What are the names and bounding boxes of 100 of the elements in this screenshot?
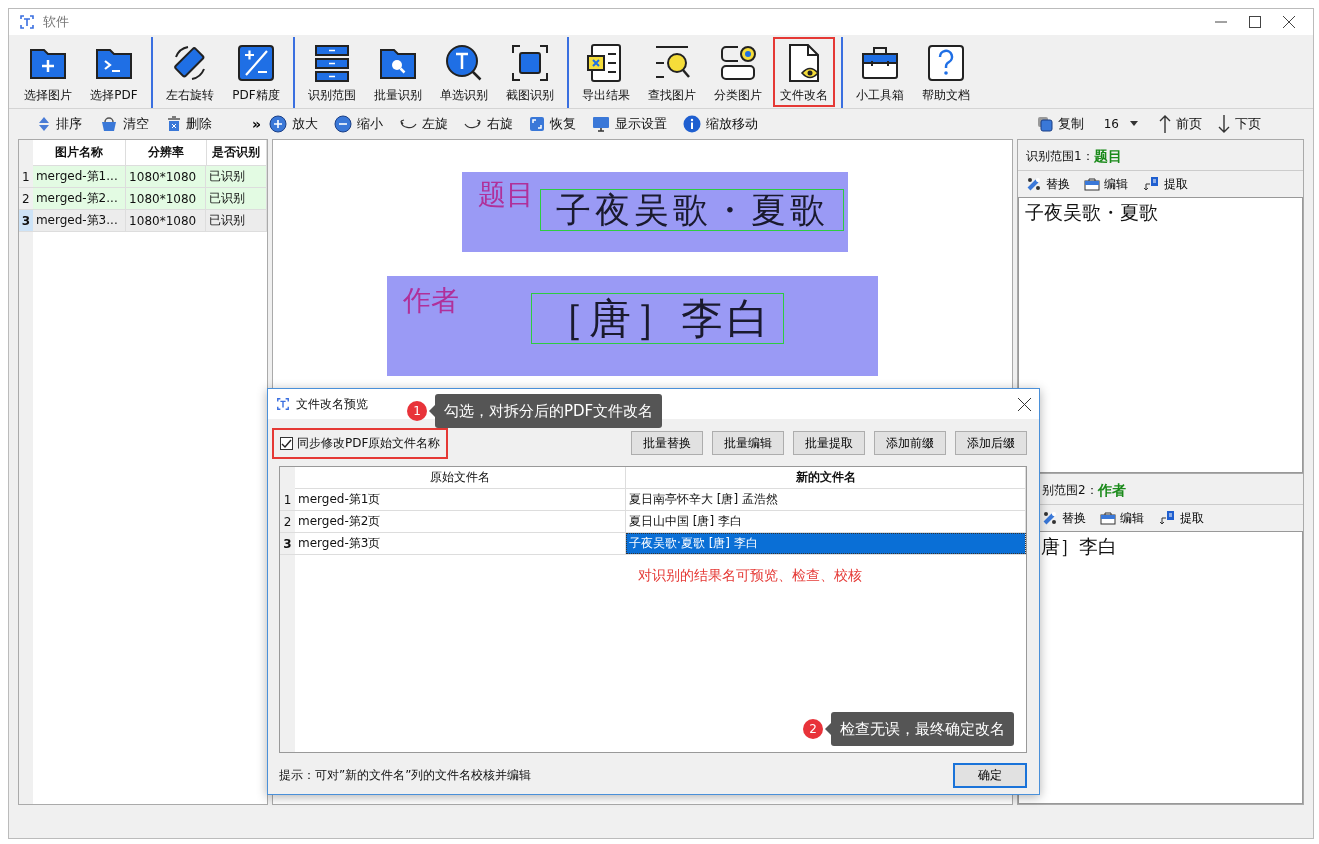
toolbar-button[interactable]: 查找图片 xyxy=(641,37,703,107)
toolbar-button[interactable]: PDF精度 xyxy=(225,37,287,107)
section-tag: 题目 xyxy=(1093,147,1122,166)
dialog-button[interactable]: 添加后缀 xyxy=(955,431,1027,455)
toolbar-button[interactable]: 文件改名 xyxy=(773,37,835,107)
toolbar-button[interactable]: 前页 xyxy=(1157,113,1204,135)
tool-button[interactable]: 替换 xyxy=(1026,175,1070,193)
extract-icon xyxy=(1158,510,1176,526)
ok-button[interactable]: 确定 xyxy=(953,762,1027,788)
table-row[interactable]: 1 merged-第1页 夏日南亭怀辛大 [唐] 孟浩然 xyxy=(280,489,1026,511)
extract-icon xyxy=(1142,176,1160,192)
stacked-bars-icon xyxy=(312,43,352,83)
fit-frame-icon xyxy=(529,116,546,132)
table-cell[interactable]: 夏日南亭怀辛大 [唐] 孟浩然 xyxy=(626,489,1026,510)
tool-button[interactable]: 提取 xyxy=(1142,175,1188,193)
table-row[interactable]: 3 merged-第3... 1080*1080 已识别 xyxy=(19,210,267,232)
toolbar-button[interactable]: 显示设置 xyxy=(590,113,670,135)
section-heading: 别范围2： xyxy=(1042,482,1098,499)
toolbar-button[interactable]: 下页 xyxy=(1216,113,1263,135)
recognized-text: 子夜吴歌・夏歌 xyxy=(540,189,844,231)
close-icon[interactable] xyxy=(1018,397,1031,411)
region-label: 作者 xyxy=(403,283,459,319)
recognized-text: ［唐］李白 xyxy=(531,293,784,344)
annotation-text: 对识别的结果名可预览、检查、校核 xyxy=(638,567,862,585)
table-cell: merged-第3... xyxy=(32,210,127,231)
table-cell: merged-第2页 xyxy=(295,511,626,532)
region-label: 题目 xyxy=(478,177,534,213)
magnifier-icon xyxy=(444,43,484,83)
toolbox-icon xyxy=(1084,177,1100,191)
section-tag: 作者 xyxy=(1097,481,1126,500)
dialog-button[interactable]: 添加前缀 xyxy=(874,431,946,455)
table-cell: 已识别 xyxy=(206,210,267,231)
checkbox-box[interactable] xyxy=(280,436,293,450)
toolbar-button[interactable]: 缩放移动 xyxy=(681,113,761,135)
column-header[interactable]: 原始文件名 xyxy=(295,467,626,488)
table-row[interactable]: 1 merged-第1... 1080*1080 已识别 xyxy=(19,166,267,188)
table-cell: merged-第1... xyxy=(32,166,127,187)
column-header[interactable]: 图片名称 xyxy=(33,140,127,165)
result-text-area[interactable]: 唐］李白 xyxy=(1018,531,1303,804)
basket-icon xyxy=(100,116,118,132)
toolbar-button[interactable]: 左旋 xyxy=(397,113,451,135)
toolbar-button[interactable]: 识别范围 xyxy=(301,37,363,107)
help-icon xyxy=(926,43,966,83)
result-text: 子夜吴歌・夏歌 xyxy=(1025,201,1158,223)
tool-button[interactable]: 编辑 xyxy=(1100,509,1144,527)
toolbar-button[interactable]: 清空 xyxy=(98,113,151,135)
toolbar-button[interactable]: 分类图片 xyxy=(707,37,769,107)
tool-button[interactable]: 替换 xyxy=(1042,509,1086,527)
arrow-down-icon xyxy=(1218,115,1230,133)
toolbar-button[interactable]: 排序 xyxy=(35,113,84,135)
table-row[interactable]: 3 merged-第3页 子夜吴歌·夏歌 [唐] 李白 xyxy=(280,533,1026,555)
sync-checkbox[interactable]: 同步修改PDF原始文件名称 xyxy=(272,427,449,459)
dialog-button[interactable]: 批量提取 xyxy=(793,431,865,455)
toolbar-button[interactable]: 放大 xyxy=(267,113,321,135)
toolbar-button[interactable]: 帮助文档 xyxy=(915,37,977,107)
app-logo-icon xyxy=(19,14,35,30)
overflow-button[interactable]: » xyxy=(252,116,262,132)
result-text-area[interactable]: 子夜吴歌・夏歌 xyxy=(1018,197,1303,473)
toolbar-button[interactable]: 截图识别 xyxy=(499,37,561,107)
toolbar-button[interactable]: 批量识别 xyxy=(367,37,429,107)
ocr-region[interactable]: 作者 ［唐］李白 xyxy=(387,276,878,376)
toolbar-button[interactable]: 选择PDF xyxy=(83,37,145,107)
toolbar-button[interactable]: 单选识别 xyxy=(433,37,495,107)
font-size-dropdown[interactable]: 16 xyxy=(1101,113,1141,135)
toolbar-button[interactable]: 删除 xyxy=(165,113,214,135)
table-cell[interactable]: 夏日山中国 [唐] 李白 xyxy=(626,511,1026,532)
dialog-button[interactable]: 批量编辑 xyxy=(712,431,784,455)
arrow-up-icon xyxy=(1159,115,1171,133)
close-icon[interactable] xyxy=(1283,16,1295,28)
toolbar-button[interactable]: 恢复 xyxy=(527,113,579,135)
column-header[interactable]: 新的文件名 xyxy=(626,467,1026,488)
category-icon xyxy=(718,43,758,83)
rotate-right-icon xyxy=(464,118,483,130)
table-cell: 已识别 xyxy=(206,188,267,209)
dialog-button[interactable]: 批量替换 xyxy=(631,431,703,455)
table-cell: 1080*1080 xyxy=(126,166,207,187)
result-text: 唐］李白 xyxy=(1041,535,1117,557)
maximize-icon[interactable] xyxy=(1249,16,1261,28)
toolbar-button[interactable]: 选择图片 xyxy=(17,37,79,107)
table-cell[interactable]: 子夜吴歌·夏歌 [唐] 李白 xyxy=(626,533,1026,554)
section-heading: 识别范围1： xyxy=(1026,148,1094,165)
toolbar-button[interactable]: 左右旋转 xyxy=(159,37,221,107)
table-row[interactable]: 2 merged-第2... 1080*1080 已识别 xyxy=(19,188,267,210)
dialog-title: 文件改名预览 xyxy=(296,395,368,413)
column-header[interactable]: 分辨率 xyxy=(126,140,207,165)
copy-icon xyxy=(1036,116,1053,132)
toolbar-button[interactable]: 复制 xyxy=(1034,113,1086,135)
toolbar-button[interactable]: 小工具箱 xyxy=(849,37,911,107)
toolbar-button[interactable]: 缩小 xyxy=(332,113,386,135)
hint-text: 提示：可对”新的文件名”列的文件名校核并编辑 xyxy=(279,766,533,784)
toolbar-button[interactable]: 导出结果 xyxy=(575,37,637,107)
trash-icon xyxy=(167,116,181,132)
tool-button[interactable]: 提取 xyxy=(1158,509,1204,527)
toolbar-button[interactable]: 右旋 xyxy=(462,113,516,135)
check-icon xyxy=(281,437,292,449)
table-cell: merged-第1页 xyxy=(295,489,626,510)
ocr-region[interactable]: 题目 子夜吴歌・夏歌 xyxy=(462,172,848,252)
row-number: 3 xyxy=(19,210,33,231)
tool-button[interactable]: 编辑 xyxy=(1084,175,1128,193)
column-header[interactable]: 是否识别 xyxy=(206,140,267,165)
